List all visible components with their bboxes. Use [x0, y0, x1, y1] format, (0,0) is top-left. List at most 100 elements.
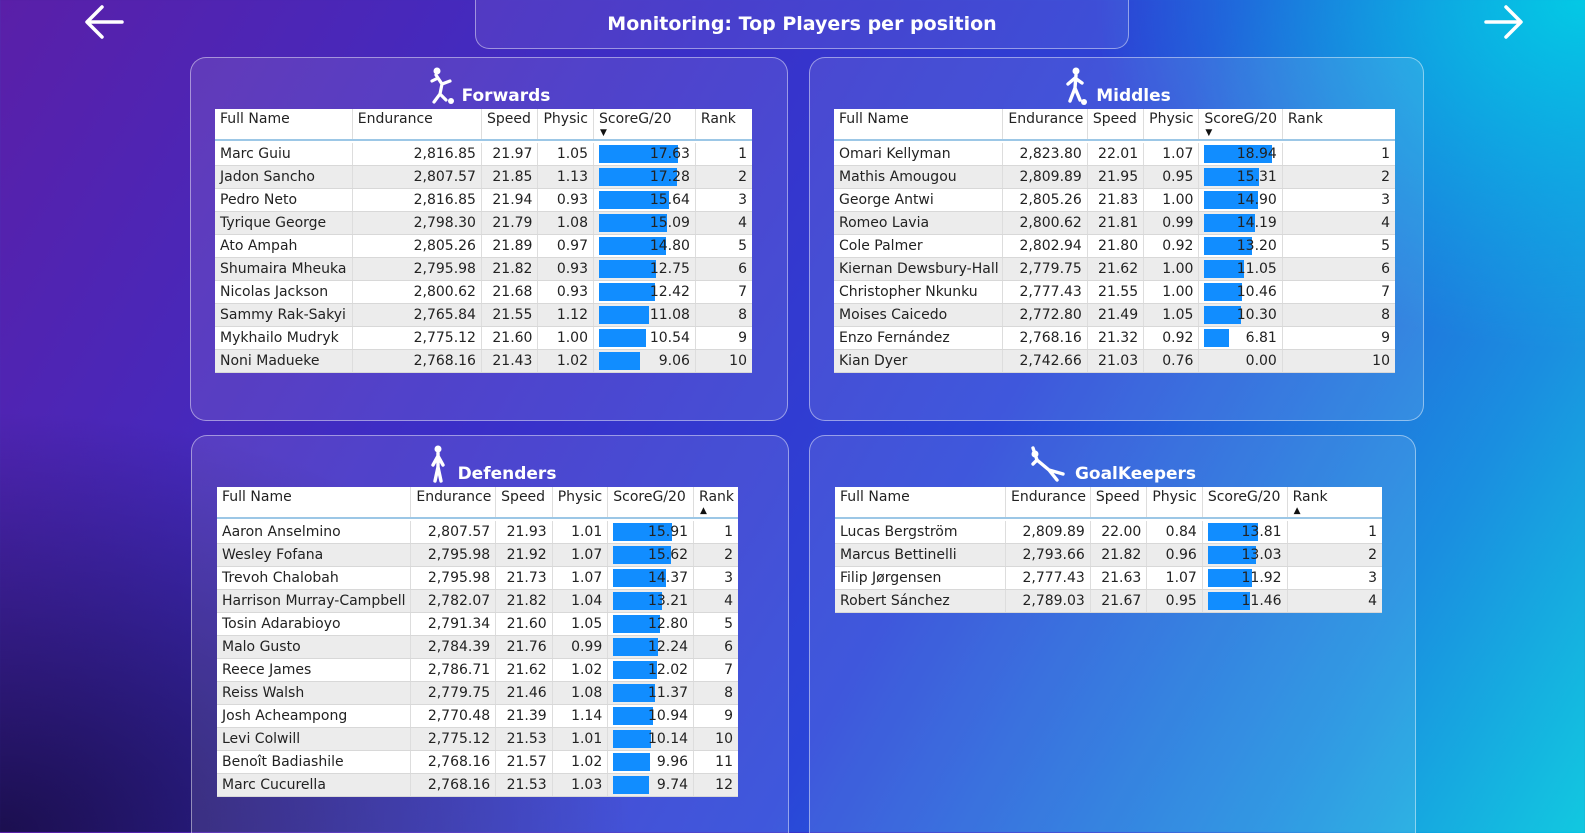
- column-header-speed[interactable]: Speed: [1087, 109, 1145, 141]
- cell-score: 0.00: [1198, 349, 1283, 373]
- table-row[interactable]: Malo Gusto 2,784.39 21.76 0.99 12.24 6: [217, 635, 738, 659]
- score-value: 9.96: [656, 754, 689, 770]
- table-row[interactable]: Aaron Anselmino 2,807.57 21.93 1.01 15.91 1: [217, 521, 738, 544]
- table-row[interactable]: Romeo Lavia 2,800.62 21.81 0.99 14.19 4: [834, 211, 1395, 235]
- column-header-full-name[interactable]: Full Name: [217, 487, 412, 519]
- column-header-score[interactable]: ScoreG/20: [607, 487, 695, 519]
- table-row[interactable]: Benoît Badiashile 2,768.16 21.57 1.02 9.96 11: [217, 750, 738, 774]
- column-header-endurance[interactable]: Endurance: [352, 109, 482, 141]
- table-row[interactable]: Harrison Murray-Campbell 2,782.07 21.82 1.0…: [217, 589, 738, 613]
- table-row[interactable]: George Antwi 2,805.26 21.83 1.00 14.90 3: [834, 188, 1395, 212]
- cell-speed: 21.94: [481, 188, 539, 212]
- column-header-physic[interactable]: Physic: [1146, 487, 1203, 519]
- column-header-full-name[interactable]: Full Name: [215, 109, 353, 141]
- score-value: 14.37: [647, 570, 689, 586]
- goalkeepers-panel: GoalKeepers Full Name Endurance Speed Physi…: [809, 435, 1416, 833]
- table-row[interactable]: Lucas Bergström 2,809.89 22.00 0.84 13.81 1: [835, 521, 1382, 544]
- column-header-rank[interactable]: Rank: [1282, 109, 1395, 141]
- cell-endurance: 2,795.98: [352, 257, 482, 281]
- cell-endurance: 2,775.12: [352, 326, 482, 350]
- column-header-full-name[interactable]: Full Name: [834, 109, 1004, 141]
- back-arrow-button[interactable]: [82, 2, 126, 42]
- table-row[interactable]: Marc Cucurella 2,768.16 21.53 1.03 9.74 12: [217, 773, 738, 797]
- column-header-physic[interactable]: Physic: [537, 109, 594, 141]
- table-row[interactable]: Levi Colwill 2,775.12 21.53 1.01 10.14 10: [217, 727, 738, 751]
- table-row[interactable]: Cole Palmer 2,802.94 21.80 0.92 13.20 5: [834, 234, 1395, 258]
- table-row[interactable]: Mathis Amougou 2,809.89 21.95 0.95 15.31 2: [834, 165, 1395, 189]
- cell-score: 9.06: [593, 349, 696, 373]
- cell-speed: 21.46: [495, 681, 553, 705]
- table-row[interactable]: Kiernan Dewsbury-Hall 2,779.75 21.62 1.00 11…: [834, 257, 1395, 281]
- cell-physic: 0.93: [537, 280, 594, 304]
- column-header-score[interactable]: ScoreG/20 ▼: [1198, 109, 1283, 141]
- table-row[interactable]: Moises Caicedo 2,772.80 21.49 1.05 10.30 8: [834, 303, 1395, 327]
- score-bar: [598, 283, 655, 301]
- cell-score: 15.09: [593, 211, 696, 235]
- table-row[interactable]: Ato Ampah 2,805.26 21.89 0.97 14.80 5: [215, 234, 752, 258]
- page-title-box: Monitoring: Top Players per position: [475, 0, 1129, 49]
- table-row[interactable]: Josh Acheampong 2,770.48 21.39 1.14 10.94 9: [217, 704, 738, 728]
- column-header-label: Physic: [557, 489, 603, 505]
- column-header-label: Physic: [1152, 489, 1197, 505]
- cell-full-name: Filip Jørgensen: [835, 566, 1007, 590]
- cell-physic: 1.02: [537, 349, 594, 373]
- defenders-panel-header: Defenders: [192, 442, 788, 484]
- cell-physic: 0.97: [537, 234, 594, 258]
- cell-physic: 0.95: [1143, 165, 1200, 189]
- cell-full-name: Christopher Nkunku: [834, 280, 1004, 304]
- column-header-endurance[interactable]: Endurance: [1002, 109, 1088, 141]
- middles-panel-header: Middles: [810, 64, 1423, 106]
- table-row[interactable]: Trevoh Chalobah 2,795.98 21.73 1.07 14.37 3: [217, 566, 738, 590]
- table-row[interactable]: Nicolas Jackson 2,800.62 21.68 0.93 12.42 7: [215, 280, 752, 304]
- sort-descending-icon: ▼: [599, 128, 607, 138]
- cell-full-name: Reiss Walsh: [217, 681, 412, 705]
- column-header-endurance[interactable]: Endurance: [410, 487, 497, 519]
- table-row[interactable]: Filip Jørgensen 2,777.43 21.63 1.07 11.92 3: [835, 566, 1382, 590]
- cell-physic: 1.05: [1143, 303, 1200, 327]
- column-header-physic[interactable]: Physic: [552, 487, 609, 519]
- cell-score: 11.37: [607, 681, 695, 705]
- column-header-speed[interactable]: Speed: [1090, 487, 1148, 519]
- cell-rank: 9: [695, 326, 752, 350]
- column-header-label: Full Name: [220, 111, 290, 127]
- cell-endurance: 2,802.94: [1002, 234, 1088, 258]
- table-row[interactable]: Reece James 2,786.71 21.62 1.02 12.02 7: [217, 658, 738, 682]
- table-row[interactable]: Pedro Neto 2,816.85 21.94 0.93 15.64 3: [215, 188, 752, 212]
- table-row[interactable]: Omari Kellyman 2,823.80 22.01 1.07 18.94 1: [834, 143, 1395, 166]
- column-header-score[interactable]: ScoreG/20: [1202, 487, 1288, 519]
- column-header-rank[interactable]: Rank ▲: [693, 487, 738, 519]
- table-row[interactable]: Noni Madueke 2,768.16 21.43 1.02 9.06 10: [215, 349, 752, 373]
- column-header-score[interactable]: ScoreG/20 ▼: [593, 109, 696, 141]
- table-row[interactable]: Robert Sánchez 2,789.03 21.67 0.95 11.46 4: [835, 589, 1382, 613]
- column-header-full-name[interactable]: Full Name: [835, 487, 1007, 519]
- table-row[interactable]: Marc Guiu 2,816.85 21.97 1.05 17.63 1: [215, 143, 752, 166]
- forwards-panel-header: Forwards: [191, 64, 787, 106]
- column-header-speed[interactable]: Speed: [481, 109, 539, 141]
- cell-full-name: Josh Acheampong: [217, 704, 412, 728]
- table-row[interactable]: Shumaira Mheuka 2,795.98 21.82 0.93 12.75 6: [215, 257, 752, 281]
- table-row[interactable]: Marcus Bettinelli 2,793.66 21.82 0.96 13.03 2: [835, 543, 1382, 567]
- column-header-endurance[interactable]: Endurance: [1005, 487, 1091, 519]
- table-row[interactable]: Kian Dyer 2,742.66 21.03 0.76 0.00 10: [834, 349, 1395, 373]
- column-header-rank[interactable]: Rank ▲: [1287, 487, 1382, 519]
- cell-rank: 3: [693, 566, 738, 590]
- table-row[interactable]: Christopher Nkunku 2,777.43 21.55 1.00 10.46…: [834, 280, 1395, 304]
- table-row[interactable]: Reiss Walsh 2,779.75 21.46 1.08 11.37 8: [217, 681, 738, 705]
- column-header-rank[interactable]: Rank: [695, 109, 752, 141]
- table-row[interactable]: Jadon Sancho 2,807.57 21.85 1.13 17.28 2: [215, 165, 752, 189]
- table-row[interactable]: Enzo Fernández 2,768.16 21.32 0.92 6.81 9: [834, 326, 1395, 350]
- cell-rank: 1: [693, 521, 738, 544]
- forwards-panel-title: Forwards: [461, 86, 551, 106]
- column-header-physic[interactable]: Physic: [1143, 109, 1200, 141]
- cell-score: 14.90: [1198, 188, 1283, 212]
- table-row[interactable]: Wesley Fofana 2,795.98 21.92 1.07 15.62 2: [217, 543, 738, 567]
- table-row[interactable]: Tyrique George 2,798.30 21.79 1.08 15.09 4: [215, 211, 752, 235]
- table-row[interactable]: Tosin Adarabioyo 2,791.34 21.60 1.05 12.80 5: [217, 612, 738, 636]
- forward-arrow-button[interactable]: [1482, 2, 1526, 42]
- cell-score: 10.14: [607, 727, 695, 751]
- table-row[interactable]: Sammy Rak-Sakyi 2,765.84 21.55 1.12 11.08 8: [215, 303, 752, 327]
- column-header-speed[interactable]: Speed: [495, 487, 553, 519]
- cell-endurance: 2,779.75: [1002, 257, 1088, 281]
- cell-score: 15.62: [607, 543, 695, 567]
- table-row[interactable]: Mykhailo Mudryk 2,775.12 21.60 1.00 10.54 9: [215, 326, 752, 350]
